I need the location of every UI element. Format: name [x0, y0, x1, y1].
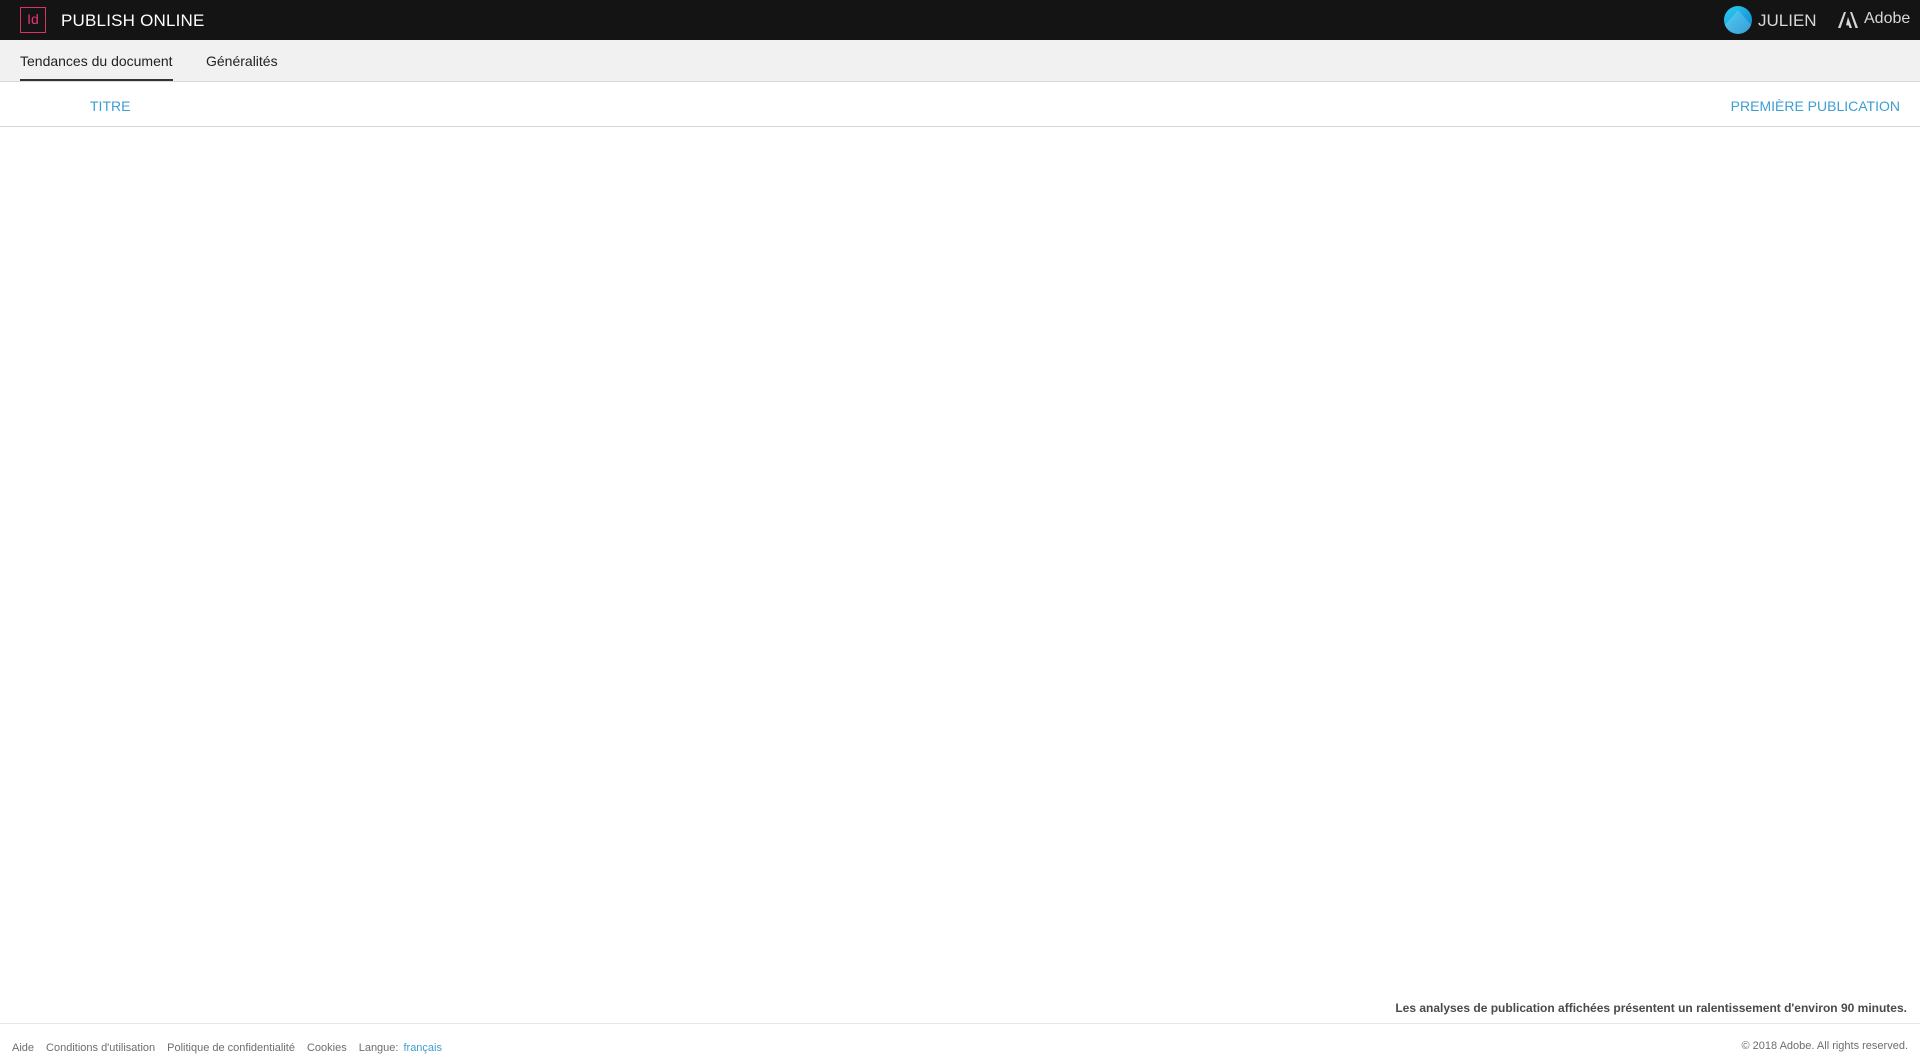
user-name[interactable]: JULIEN: [1758, 11, 1817, 31]
footer-link-privacy[interactable]: Politique de confidentialité: [167, 1042, 295, 1054]
footer-link-cookies[interactable]: Cookies: [307, 1042, 347, 1054]
tab-document-trends[interactable]: Tendances du document: [20, 40, 173, 81]
top-bar: Id PUBLISH ONLINE JULIEN Adobe: [0, 0, 1920, 40]
column-header-title[interactable]: TITRE: [90, 98, 130, 114]
app-title[interactable]: PUBLISH ONLINE: [61, 11, 205, 31]
table-header: TITRE PREMIÈRE PUBLICATION: [0, 82, 1920, 127]
tab-bar: Tendances du document Généralités: [0, 40, 1920, 82]
column-header-first-publication[interactable]: PREMIÈRE PUBLICATION: [1731, 98, 1900, 114]
footer-links: Aide Conditions d'utilisation Politique …: [12, 1042, 442, 1054]
copyright: © 2018 Adobe. All rights reserved.: [1741, 1040, 1908, 1052]
tab-overview[interactable]: Généralités: [206, 40, 278, 81]
indesign-logo-icon[interactable]: Id: [20, 7, 46, 33]
adobe-label[interactable]: Adobe: [1864, 10, 1910, 28]
language-selector: Langue: français: [359, 1042, 442, 1054]
footer-link-help[interactable]: Aide: [12, 1042, 34, 1054]
adobe-logo-icon[interactable]: [1838, 12, 1858, 28]
language-label: Langue:: [358, 1042, 399, 1054]
user-avatar[interactable]: [1724, 6, 1752, 34]
avatar-shape-icon: [1724, 10, 1752, 34]
footer: Aide Conditions d'utilisation Politique …: [0, 1023, 1920, 1064]
language-value-link[interactable]: français: [403, 1042, 442, 1054]
analytics-delay-notice: Les analyses de publication affichées pr…: [1395, 1001, 1907, 1015]
footer-link-terms[interactable]: Conditions d'utilisation: [46, 1042, 155, 1054]
